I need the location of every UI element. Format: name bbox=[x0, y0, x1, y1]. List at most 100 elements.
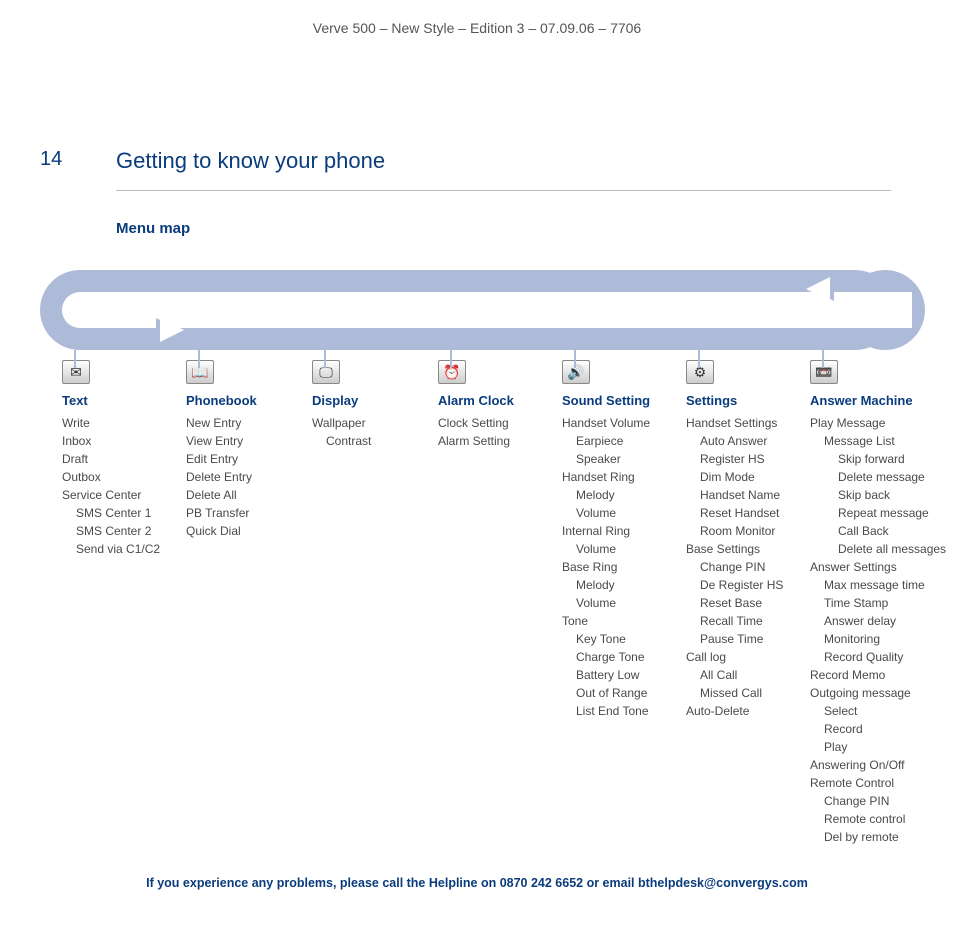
menu-item: Repeat message bbox=[810, 504, 946, 522]
answer-machine-icon: 📼 bbox=[810, 360, 838, 384]
divider bbox=[116, 190, 891, 191]
column-title: Phonebook bbox=[186, 392, 257, 410]
menu-item: Melody bbox=[562, 486, 650, 504]
menu-item: Select bbox=[810, 702, 946, 720]
menu-item: Skip forward bbox=[810, 450, 946, 468]
menu-item-list: Handset SettingsAuto AnswerRegister HSDi… bbox=[686, 414, 783, 720]
menu-item: Speaker bbox=[562, 450, 650, 468]
menu-flow-graphic bbox=[40, 270, 925, 350]
menu-item: Recall Time bbox=[686, 612, 783, 630]
menu-item: Play Message bbox=[810, 414, 946, 432]
menu-item: Earpiece bbox=[562, 432, 650, 450]
menu-item: Answer Settings bbox=[810, 558, 946, 576]
connector-line bbox=[574, 350, 576, 368]
column-title: Text bbox=[62, 392, 160, 410]
menu-item: Register HS bbox=[686, 450, 783, 468]
menu-item: Dim Mode bbox=[686, 468, 783, 486]
display-icon: 🖵 bbox=[312, 360, 340, 384]
menu-item: Call log bbox=[686, 648, 783, 666]
menu-item: Call Back bbox=[810, 522, 946, 540]
connector-line bbox=[198, 350, 200, 368]
menu-item: Key Tone bbox=[562, 630, 650, 648]
column-title: Answer Machine bbox=[810, 392, 946, 410]
menu-item: De Register HS bbox=[686, 576, 783, 594]
menu-item: Inbox bbox=[62, 432, 160, 450]
menu-item-list: New EntryView EntryEdit EntryDelete Entr… bbox=[186, 414, 257, 540]
menu-item: Base Settings bbox=[686, 540, 783, 558]
menu-item: Tone bbox=[562, 612, 650, 630]
menu-item: Record Memo bbox=[810, 666, 946, 684]
menu-item: Out of Range bbox=[562, 684, 650, 702]
column-title: Settings bbox=[686, 392, 783, 410]
menu-column-sound-setting: 🔊Sound SettingHandset VolumeEarpieceSpea… bbox=[562, 360, 650, 720]
column-title: Sound Setting bbox=[562, 392, 650, 410]
menu-item: Delete all messages bbox=[810, 540, 946, 558]
menu-item: Answer delay bbox=[810, 612, 946, 630]
menu-item: Pause Time bbox=[686, 630, 783, 648]
menu-item: Room Monitor bbox=[686, 522, 783, 540]
menu-item: Auto-Delete bbox=[686, 702, 783, 720]
section-title: Getting to know your phone bbox=[116, 148, 385, 174]
menu-item: Handset Ring bbox=[562, 468, 650, 486]
connector-line bbox=[822, 350, 824, 368]
menu-item: Max message time bbox=[810, 576, 946, 594]
arrow-right-icon bbox=[160, 318, 184, 342]
menu-item: Reset Base bbox=[686, 594, 783, 612]
menu-item: Remote Control bbox=[810, 774, 946, 792]
menu-item: Auto Answer bbox=[686, 432, 783, 450]
menu-item: Battery Low bbox=[562, 666, 650, 684]
menu-column-settings: ⚙ Settings Handset SettingsAuto AnswerRegi… bbox=[686, 360, 783, 720]
menu-item: Del by remote bbox=[810, 828, 946, 846]
menu-item: Change PIN bbox=[686, 558, 783, 576]
column-title: Alarm Clock bbox=[438, 392, 514, 410]
menu-item: Play bbox=[810, 738, 946, 756]
menu-item: Record bbox=[810, 720, 946, 738]
menu-item: Volume bbox=[562, 504, 650, 522]
menu-item-list: Play MessageMessage ListSkip forwardDele… bbox=[810, 414, 946, 846]
menu-column-alarm-clock: ⏰ Alarm Clock Clock SettingAlarm Setting bbox=[438, 360, 514, 450]
menu-item: Delete All bbox=[186, 486, 257, 504]
text-icon: ✉ bbox=[62, 360, 90, 384]
menu-item-list: Clock SettingAlarm Setting bbox=[438, 414, 514, 450]
menu-item: List End Tone bbox=[562, 702, 650, 720]
menu-item: View Entry bbox=[186, 432, 257, 450]
menu-column-display: 🖵 Display WallpaperContrast bbox=[312, 360, 371, 450]
menu-item: Delete Entry bbox=[186, 468, 257, 486]
menu-item: Write bbox=[62, 414, 160, 432]
menu-item: All Call bbox=[686, 666, 783, 684]
menu-item: Answering On/Off bbox=[810, 756, 946, 774]
alarm-clock-icon: ⏰ bbox=[438, 360, 466, 384]
menu-item: Volume bbox=[562, 594, 650, 612]
helpline-footer: If you experience any problems, please c… bbox=[0, 876, 954, 890]
menu-item: Remote control bbox=[810, 810, 946, 828]
menu-item: Melody bbox=[562, 576, 650, 594]
connector-line bbox=[450, 350, 452, 368]
connector-line bbox=[74, 350, 76, 368]
phonebook-icon: 📖 bbox=[186, 360, 214, 384]
settings-icon: ⚙ bbox=[686, 360, 714, 384]
menu-item: Monitoring bbox=[810, 630, 946, 648]
menu-item: Delete message bbox=[810, 468, 946, 486]
menu-item: Missed Call bbox=[686, 684, 783, 702]
menu-item: Send via C1/C2 bbox=[62, 540, 160, 558]
menu-item: Wallpaper bbox=[312, 414, 371, 432]
arrow-left-icon bbox=[806, 277, 830, 301]
menu-item: Contrast bbox=[312, 432, 371, 450]
menu-item: Record Quality bbox=[810, 648, 946, 666]
menu-item: SMS Center 2 bbox=[62, 522, 160, 540]
menu-item: Service Center bbox=[62, 486, 160, 504]
menu-item: Handset Name bbox=[686, 486, 783, 504]
menu-item: Handset Settings bbox=[686, 414, 783, 432]
column-title: Display bbox=[312, 392, 371, 410]
menu-item: PB Transfer bbox=[186, 504, 257, 522]
menu-item: Edit Entry bbox=[186, 450, 257, 468]
connector-line bbox=[698, 350, 700, 368]
menu-item: Clock Setting bbox=[438, 414, 514, 432]
menu-item-list: Handset VolumeEarpieceSpeakerHandset Rin… bbox=[562, 414, 650, 720]
menu-column-text: ✉ Text WriteInboxDraftOutboxService Center… bbox=[62, 360, 160, 558]
menu-item: Outbox bbox=[62, 468, 160, 486]
menu-item: Volume bbox=[562, 540, 650, 558]
menu-item-list: WriteInboxDraftOutboxService CenterSMS C… bbox=[62, 414, 160, 558]
sound-setting-icon: 🔊 bbox=[562, 360, 590, 384]
menu-item-list: WallpaperContrast bbox=[312, 414, 371, 450]
